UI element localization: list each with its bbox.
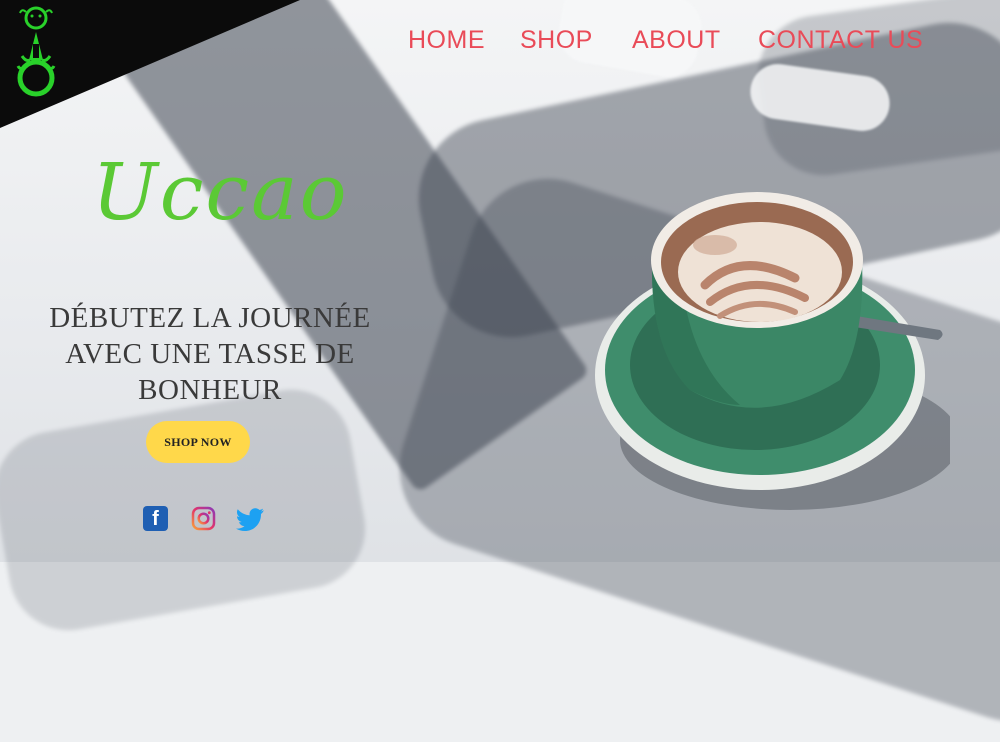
nav-contact-link[interactable]: CONTACT US — [758, 26, 923, 55]
tagline-line: AVEC UNE TASSE DE — [65, 338, 355, 370]
facebook-icon[interactable]: f — [143, 506, 168, 531]
window-shadow — [0, 380, 375, 640]
twitter-icon[interactable] — [236, 506, 266, 532]
hero-tagline: DÉBUTEZ LA JOURNÉE AVEC UNE TASSE DE BON… — [30, 300, 390, 408]
tagline-line: DÉBUTEZ LA JOURNÉE — [49, 302, 371, 334]
tagline-line: BONHEUR — [138, 374, 282, 406]
logo-icon[interactable] — [12, 4, 60, 100]
shop-now-button[interactable]: SHOP NOW — [146, 421, 250, 463]
instagram-icon[interactable] — [191, 506, 216, 531]
nav-home-link[interactable]: HOME — [408, 26, 485, 55]
nav-shop-link[interactable]: SHOP — [520, 26, 593, 55]
brand-title: Uccao — [92, 148, 349, 238]
coffee-cup-image — [590, 190, 960, 520]
nav-about-link[interactable]: ABOUT — [632, 26, 721, 55]
